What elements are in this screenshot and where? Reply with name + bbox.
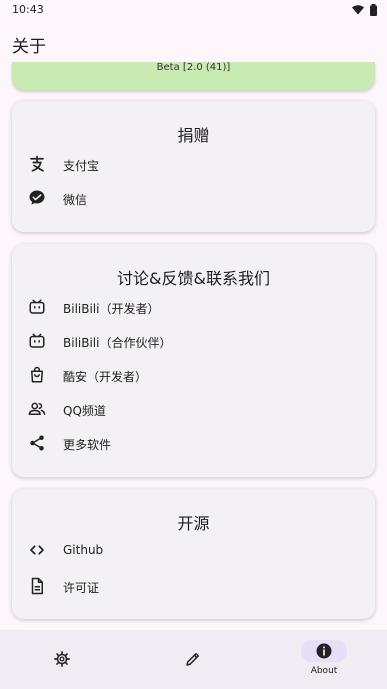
donate-wechat-item[interactable]: 微信 (12, 183, 375, 213)
code-icon (30, 545, 44, 555)
discuss-title: 讨论&反馈&联系我们 (117, 269, 270, 288)
nav-about-label: About (310, 666, 338, 676)
status-time: 10:43 (12, 3, 44, 16)
page-title: 关于 (12, 37, 46, 57)
discuss-qq-channel-item[interactable]: QQ频道 (12, 394, 375, 424)
document-icon (31, 577, 43, 595)
bilibili-icon (29, 299, 45, 314)
discuss-card: 讨论&反馈&联系我们 BiliBili（开发者） BiliBili（合作伙伴） … (12, 244, 375, 477)
alipay-icon (30, 155, 44, 172)
shopping-bag-icon (31, 366, 43, 383)
info-icon (316, 643, 332, 659)
opensource-github-item[interactable]: Github (12, 535, 375, 565)
app-bar: 关于 (0, 28, 387, 57)
opensource-github-label: Github (63, 543, 104, 557)
opensource-license-item[interactable]: 许可证 (12, 571, 375, 601)
battery-icon (370, 4, 377, 16)
discuss-qq-channel-label: QQ频道 (63, 404, 106, 418)
nav-about[interactable]: About (299, 630, 349, 689)
edit-icon (186, 653, 199, 666)
donate-alipay-item[interactable]: 支付宝 (12, 149, 375, 179)
discuss-bilibili-partner-item[interactable]: BiliBili（合作伙伴） (12, 326, 375, 356)
donate-alipay-label: 支付宝 (63, 159, 100, 173)
donate-card: 捐赠 支付宝 微信 (12, 101, 375, 232)
version-card: Beta [2.0 (41)] (12, 62, 375, 90)
discuss-bilibili-dev-label: BiliBili（开发者） (63, 302, 160, 316)
discuss-bilibili-partner-label: BiliBili（合作伙伴） (63, 336, 172, 350)
nav-settings[interactable] (20, 630, 116, 689)
bottom-navigation: About (0, 630, 387, 689)
discuss-more-apps-label: 更多软件 (63, 438, 112, 452)
opensource-license-label: 许可证 (63, 581, 100, 595)
nav-edit[interactable] (146, 630, 242, 689)
status-icons (352, 4, 377, 16)
status-bar: 10:43 (0, 0, 387, 20)
donate-wechat-label: 微信 (63, 193, 88, 207)
wechat-icon (29, 190, 45, 205)
discuss-coolapk-label: 酷安（开发者） (63, 370, 148, 384)
opensource-title: 开源 (177, 514, 210, 533)
discuss-bilibili-dev-item[interactable]: BiliBili（开发者） (12, 292, 375, 322)
gear-icon (54, 651, 70, 667)
share-icon (30, 435, 44, 451)
people-icon (28, 402, 46, 415)
discuss-coolapk-item[interactable]: 酷安（开发者） (12, 360, 375, 390)
version-text: Beta [2.0 (41)] (156, 62, 231, 73)
discuss-more-apps-item[interactable]: 更多软件 (12, 428, 375, 458)
donate-title: 捐赠 (177, 126, 210, 145)
bilibili-icon (29, 333, 45, 348)
opensource-card: 开源 Github 许可证 (12, 489, 375, 619)
wifi-icon (352, 5, 364, 15)
